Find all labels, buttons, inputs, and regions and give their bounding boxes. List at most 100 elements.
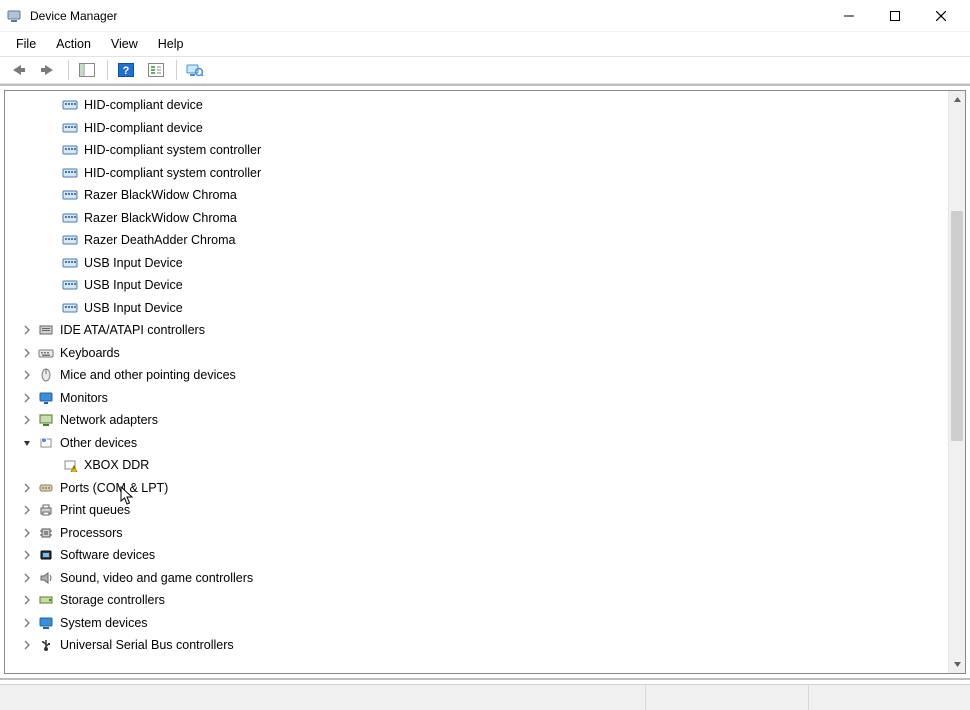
status-pane [0,685,645,710]
tree-item-category[interactable]: Universal Serial Bus controllers [5,634,947,657]
chevron-right-icon[interactable] [19,390,35,406]
tree-item-category[interactable]: Network adapters [5,409,947,432]
chevron-right-icon[interactable] [19,322,35,338]
scroll-up-button[interactable] [949,91,965,108]
show-hide-tree-button[interactable] [73,59,101,81]
scan-hardware-button[interactable] [181,59,209,81]
menu-help[interactable]: Help [148,32,194,56]
chevron-right-icon[interactable] [19,412,35,428]
titlebar[interactable]: Device Manager [0,0,970,32]
svg-text:?: ? [123,65,130,77]
chevron-right-icon[interactable] [19,615,35,631]
tree-item-category[interactable]: Storage controllers [5,589,947,612]
tree-item-device[interactable]: Razer BlackWidow Chroma [5,184,947,207]
tree-item-label: XBOX DDR [84,458,149,472]
tree-item-category[interactable]: Print queues [5,499,947,522]
mouse-icon [37,367,55,383]
hid-icon [61,120,79,136]
tree-item-device[interactable]: Razer DeathAdder Chroma [5,229,947,252]
tree-item-label: USB Input Device [84,301,183,315]
cpu-icon [37,525,55,541]
tree-item-label: Razer DeathAdder Chroma [84,233,235,247]
chevron-right-icon[interactable] [19,480,35,496]
properties-button[interactable] [142,59,170,81]
hid-icon [61,97,79,113]
tree-item-label: Print queues [60,503,130,517]
chevron-right-icon[interactable] [19,367,35,383]
monitor-icon [37,390,55,406]
software-icon [37,547,55,563]
tree-item-category[interactable]: Processors [5,522,947,545]
toolbar-separator [68,60,69,80]
forward-button[interactable] [34,59,62,81]
tree-item-category[interactable]: Ports (COM & LPT) [5,477,947,500]
hid-icon [61,187,79,203]
hid-icon [61,300,79,316]
tree-item-label: Mice and other pointing devices [60,368,236,382]
tree-item-label: Razer BlackWidow Chroma [84,188,237,202]
tree-item-label: Ports (COM & LPT) [60,481,168,495]
tree-item-device[interactable]: USB Input Device [5,252,947,275]
close-button[interactable] [918,0,964,32]
tree-item-category[interactable]: System devices [5,612,947,635]
tree-item-label: USB Input Device [84,256,183,270]
toolbar: ? [0,56,970,84]
port-icon [37,480,55,496]
chevron-right-icon[interactable] [19,637,35,653]
tree-item-device[interactable]: Razer BlackWidow Chroma [5,207,947,230]
tree-item-label: Universal Serial Bus controllers [60,638,234,652]
tree-item-label: Other devices [60,436,137,450]
maximize-button[interactable] [872,0,918,32]
scrollbar[interactable] [948,91,965,673]
tree-item-category[interactable]: Keyboards [5,342,947,365]
tree-item-device[interactable]: USB Input Device [5,297,947,320]
tree-item-device[interactable]: HID-compliant device [5,94,947,117]
tree-item-category[interactable]: IDE ATA/ATAPI controllers [5,319,947,342]
tree-item-device[interactable]: HID-compliant system controller [5,139,947,162]
tree-item-device[interactable]: USB Input Device [5,274,947,297]
menu-action[interactable]: Action [46,32,101,56]
tree-item-category[interactable]: Monitors [5,387,947,410]
chevron-right-icon[interactable] [19,547,35,563]
tree-item-device[interactable]: HID-compliant device [5,117,947,140]
hid-icon [61,255,79,271]
usb-icon [37,637,55,653]
status-pane [645,685,807,710]
status-pane [808,685,970,710]
device-tree[interactable]: HID-compliant device HID-compliant device… [5,92,947,672]
hid-icon [61,277,79,293]
tree-item-category[interactable]: Sound, video and game controllers [5,567,947,590]
tree-item-category[interactable]: ? Other devices [5,432,947,455]
tree-item-label: Network adapters [60,413,158,427]
chevron-right-icon[interactable] [19,592,35,608]
tree-item-label: HID-compliant system controller [84,166,261,180]
scroll-down-button[interactable] [949,656,965,673]
hid-icon [61,232,79,248]
tree-item-label: HID-compliant device [84,98,203,112]
tree-item-category[interactable]: Mice and other pointing devices [5,364,947,387]
tree-item-category[interactable]: Software devices [5,544,947,567]
menu-file[interactable]: File [6,32,46,56]
chevron-right-icon[interactable] [19,345,35,361]
tree-item-label: IDE ATA/ATAPI controllers [60,323,205,337]
back-button[interactable] [4,59,32,81]
other-icon: ? [37,435,55,451]
help-button[interactable]: ? [112,59,140,81]
content-area: HID-compliant device HID-compliant device… [0,84,970,680]
tree-item-device[interactable]: HID-compliant system controller [5,162,947,185]
chevron-right-icon[interactable] [19,570,35,586]
unknown-icon: ! [61,457,79,473]
menu-view[interactable]: View [101,32,148,56]
chevron-right-icon[interactable] [19,502,35,518]
chevron-right-icon[interactable] [19,525,35,541]
keyboard-icon [37,345,55,361]
tree-item-label: Processors [60,526,123,540]
tree-item-label: Software devices [60,548,155,562]
hid-icon [61,210,79,226]
tree-item-device-unknown[interactable]: ! XBOX DDR [5,454,947,477]
app-icon [6,8,22,24]
minimize-button[interactable] [826,0,872,32]
scroll-thumb[interactable] [951,211,963,441]
chevron-down-icon[interactable] [19,435,35,451]
tree-item-label: Storage controllers [60,593,165,607]
